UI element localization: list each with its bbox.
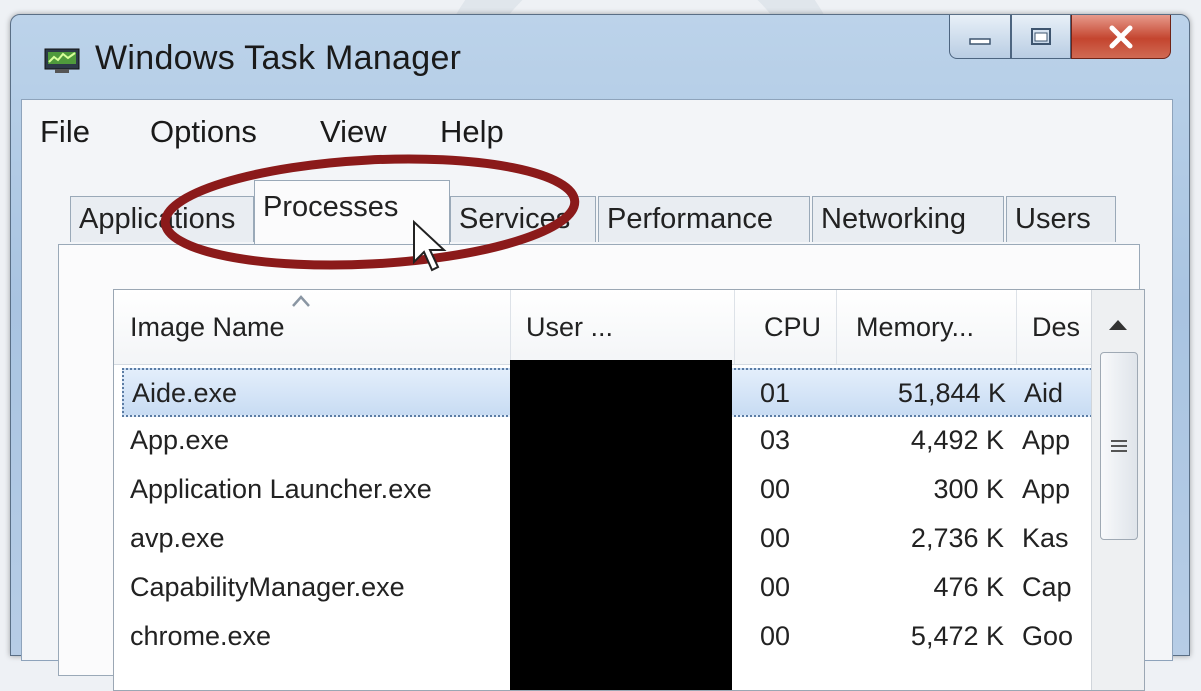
redacted-user-column — [510, 360, 732, 690]
tab-applications[interactable]: Applications — [70, 196, 254, 242]
processes-panel: Image Name User ... CPU Memory... Des Ai… — [58, 244, 1145, 691]
cell-image-name: avp.exe — [130, 523, 225, 553]
tab-label: Processes — [263, 191, 399, 223]
tab-label: Networking — [821, 203, 967, 235]
tab-networking[interactable]: Networking — [812, 196, 1004, 242]
column-divider[interactable] — [510, 290, 511, 364]
task-manager-icon — [44, 48, 80, 73]
cell-description: App — [1022, 425, 1071, 455]
cell-description: App — [1022, 474, 1071, 504]
tab-label: Users — [1015, 203, 1091, 235]
cell-description: Kas — [1022, 523, 1069, 553]
cell-image-name: CapabilityManager.exe — [130, 572, 405, 602]
cell-cpu: 00 — [760, 523, 791, 553]
menu-bar: File Options View Help — [22, 100, 1172, 160]
column-description[interactable]: Des — [1032, 312, 1088, 343]
client-area: File Options View Help Applications Proc… — [21, 99, 1173, 691]
sort-ascending-icon — [292, 295, 310, 307]
tab-strip: Applications Processes Services Performa… — [22, 176, 1172, 244]
menu-options[interactable]: Options — [150, 114, 257, 150]
close-button[interactable] — [1071, 15, 1171, 59]
tab-performance[interactable]: Performance — [598, 196, 810, 242]
cell-cpu: 00 — [760, 572, 791, 602]
scroll-up-arrow-icon[interactable] — [1100, 310, 1136, 340]
title-bar[interactable]: Windows Task Manager — [11, 15, 1189, 103]
column-divider[interactable] — [1016, 290, 1017, 364]
cell-memory: 5,472 K — [910, 621, 1004, 651]
column-user[interactable]: User ... — [526, 312, 613, 343]
tab-processes[interactable]: Processes — [254, 180, 450, 244]
window-controls — [949, 15, 1171, 69]
menu-help[interactable]: Help — [440, 114, 504, 150]
column-divider[interactable] — [734, 290, 735, 364]
cell-memory: 51,844 K — [897, 378, 1006, 408]
cell-memory: 300 K — [933, 474, 1004, 504]
cell-memory: 476 K — [933, 572, 1004, 602]
tab-label: Performance — [607, 203, 774, 235]
cell-image-name: chrome.exe — [130, 621, 272, 651]
tab-users[interactable]: Users — [1006, 196, 1116, 242]
close-icon — [1109, 25, 1133, 48]
menu-view[interactable]: View — [320, 114, 387, 150]
minimize-icon — [969, 37, 991, 45]
cell-memory: 2,736 K — [910, 523, 1004, 553]
minimize-button[interactable] — [949, 15, 1011, 59]
cell-cpu: 03 — [760, 425, 791, 455]
cell-cpu: 00 — [760, 474, 791, 504]
cell-cpu: 00 — [760, 621, 791, 651]
task-manager-window: Windows Task Manager File Options View H… — [10, 14, 1190, 691]
cell-image-name: Aide.exe — [132, 378, 238, 408]
cell-image-name: Application Launcher.exe — [130, 474, 432, 504]
column-cpu[interactable]: CPU — [764, 312, 821, 343]
column-header-row: Image Name User ... CPU Memory... Des — [114, 290, 1144, 365]
column-memory[interactable]: Memory... — [856, 312, 974, 343]
process-list[interactable]: Image Name User ... CPU Memory... Des Ai… — [113, 289, 1145, 691]
tab-services[interactable]: Services — [450, 196, 596, 242]
cell-image-name: App.exe — [130, 425, 230, 455]
tab-label: Applications — [79, 203, 236, 235]
scrollbar-thumb[interactable] — [1100, 352, 1138, 540]
vertical-scrollbar[interactable] — [1091, 290, 1144, 690]
cell-description: Cap — [1022, 572, 1072, 602]
column-divider[interactable] — [836, 290, 837, 364]
cell-description: Aid — [1024, 378, 1064, 408]
window-title: Windows Task Manager — [95, 39, 462, 77]
cell-memory: 4,492 K — [910, 425, 1004, 455]
cell-description: Goo — [1022, 621, 1074, 651]
cell-cpu: 01 — [760, 378, 791, 408]
maximize-icon — [1031, 27, 1051, 45]
maximize-button[interactable] — [1011, 15, 1071, 59]
tab-label: Services — [459, 203, 571, 235]
column-image-name[interactable]: Image Name — [130, 312, 285, 343]
menu-file[interactable]: File — [40, 114, 90, 150]
scroll-grip-icon — [1111, 440, 1127, 452]
